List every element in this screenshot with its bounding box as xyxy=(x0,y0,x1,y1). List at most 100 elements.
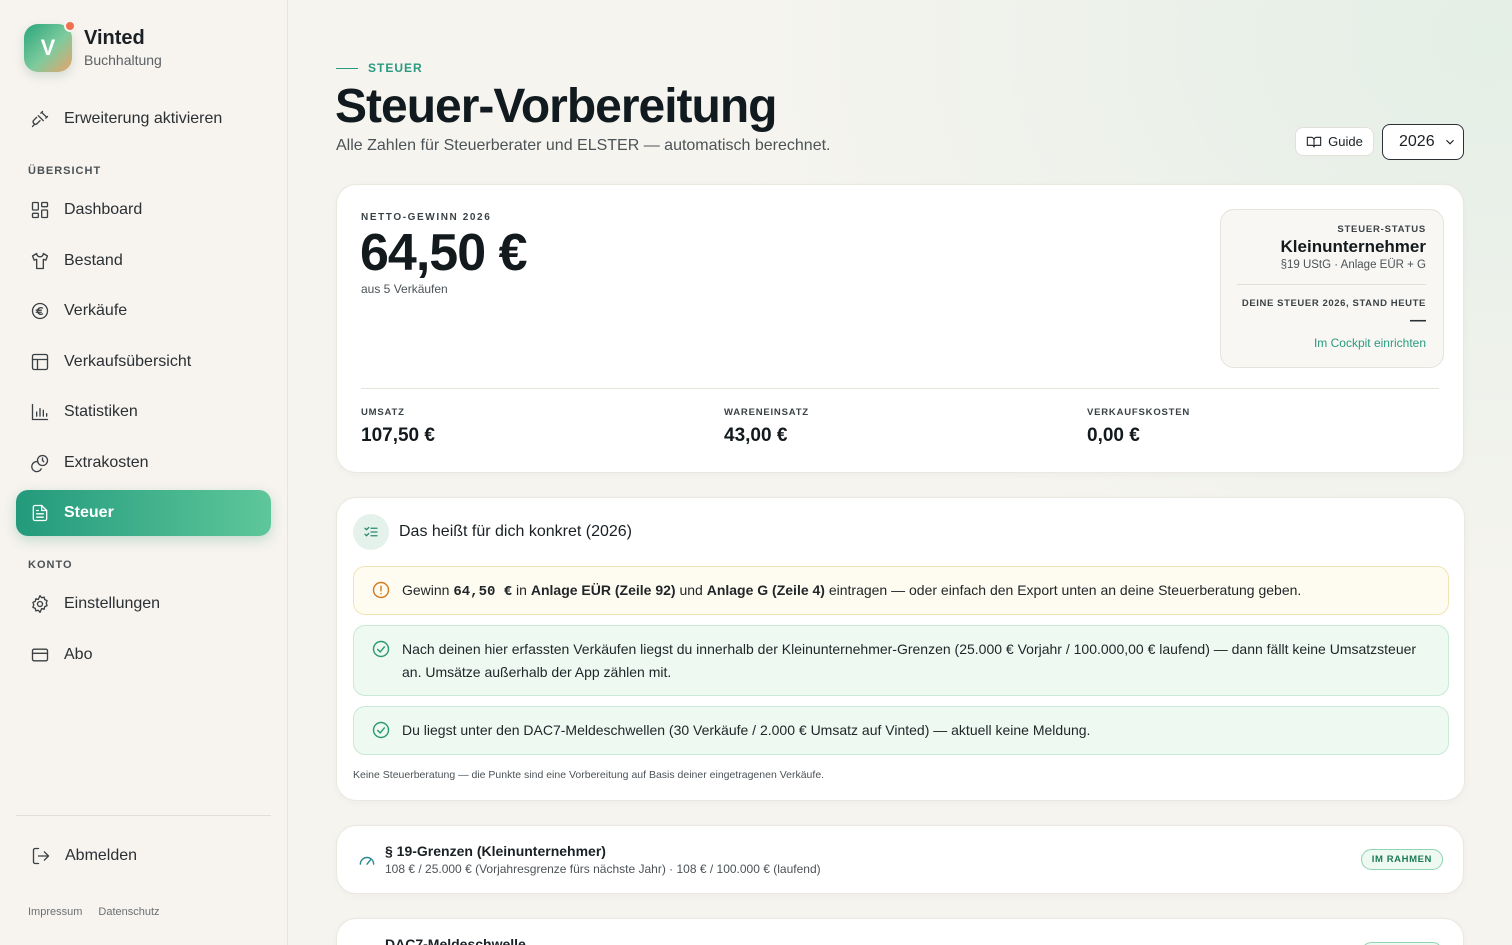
page-subtitle: Alle Zahlen für Steuerberater und ELSTER… xyxy=(336,137,831,154)
metric-selling-costs: VERKAUFSKOSTEN 0,00 € xyxy=(1087,407,1190,447)
net-profit-subtitle: aus 5 Verkäufen xyxy=(361,282,448,296)
grid-icon xyxy=(30,200,50,220)
metric-label: VERKAUFSKOSTEN xyxy=(1087,407,1191,418)
app-logo: V xyxy=(24,20,76,72)
sidebar-divider xyxy=(16,815,271,816)
brand-subtitle: Buchhaltung xyxy=(84,52,162,68)
shirt-icon xyxy=(30,251,50,271)
sidebar-item-sales-overview[interactable]: Verkaufsübersicht xyxy=(16,339,271,385)
sidebar-item-label: Abo xyxy=(64,646,93,663)
metric-label: UMSATZ xyxy=(361,407,405,418)
cockpit-setup-link[interactable]: Im Cockpit einrichten xyxy=(1314,336,1426,350)
sidebar-item-settings[interactable]: Einstellungen xyxy=(16,581,271,627)
kicker-line xyxy=(336,67,358,69)
disclaimer: Keine Steuerberatung — die Punkte sind e… xyxy=(353,769,825,781)
small-business-text: Nach deinen hier erfassten Verkäufen lie… xyxy=(402,641,1417,680)
tax-status-value: Kleinunternehmer xyxy=(1280,237,1426,256)
concrete-info-card: Das heißt für dich konkret (2026) Gewinn… xyxy=(336,497,1465,801)
notice-text: Gewinn xyxy=(402,582,454,598)
privacy-link[interactable]: Datenschutz xyxy=(98,906,159,918)
dac7-notice: Du liegst unter den DAC7-Meldeschwellen … xyxy=(353,706,1449,755)
profit-amount: 64,50 € xyxy=(453,584,513,600)
check-circle-icon xyxy=(371,639,391,659)
sidebar-item-label: Dashboard xyxy=(64,201,143,218)
page-kicker: STEUER xyxy=(336,61,423,75)
sidebar-item-statistics[interactable]: Statistiken xyxy=(16,389,271,435)
notification-dot xyxy=(64,20,76,32)
credit-card-icon xyxy=(30,645,50,665)
coins-icon xyxy=(30,453,50,473)
guide-button[interactable]: Guide xyxy=(1295,127,1374,156)
checklist-icon xyxy=(353,514,389,550)
sidebar-item-extension[interactable]: Erweiterung aktivieren xyxy=(16,96,271,142)
logout-button[interactable]: Abmelden xyxy=(17,833,272,879)
notice-text: eintragen — oder einfach den Export unte… xyxy=(824,582,1302,598)
summary-divider xyxy=(361,388,1439,389)
chevron-down-icon xyxy=(1443,135,1457,149)
profit-entry-text: Gewinn 64,50 € in Anlage EÜR (Zeile 92) … xyxy=(402,579,1301,604)
sidebar-item-label: Steuer xyxy=(64,504,114,521)
limits-subtitle: 108 € / 25.000 € (Vorjahresgrenze fürs n… xyxy=(385,862,821,876)
gauge-icon xyxy=(357,850,377,870)
form-reference-g: Anlage G (Zeile 4) xyxy=(706,582,825,598)
book-icon xyxy=(1306,134,1322,150)
small-business-notice: Nach deinen hier erfassten Verkäufen lie… xyxy=(353,625,1449,696)
kicker-text: STEUER xyxy=(368,61,423,75)
check-circle-icon xyxy=(371,720,391,740)
dac7-text: Du liegst unter den DAC7-Meldeschwellen … xyxy=(402,722,1091,738)
sidebar-item-label: Erweiterung aktivieren xyxy=(64,110,223,127)
document-icon xyxy=(30,503,50,523)
metric-value: 107,50 € xyxy=(361,425,435,446)
notice-text: und xyxy=(675,582,707,598)
metric-revenue: UMSATZ 107,50 € xyxy=(361,407,435,447)
net-profit-value: 64,50 € xyxy=(360,224,527,282)
gear-icon xyxy=(30,594,50,614)
sidebar-item-label: Extrakosten xyxy=(64,454,149,471)
sidebar-item-inventory[interactable]: Bestand xyxy=(16,238,271,284)
year-select[interactable]: 2026 xyxy=(1382,124,1464,160)
plug-icon xyxy=(30,109,50,129)
bar-chart-icon xyxy=(30,402,50,422)
guide-label: Guide xyxy=(1328,134,1363,149)
euro-icon xyxy=(30,301,50,321)
sidebar-item-subscription[interactable]: Abo xyxy=(16,632,271,678)
sidebar-item-sales[interactable]: Verkäufe xyxy=(16,288,271,334)
small-business-limits-row[interactable]: § 19-Grenzen (Kleinunternehmer) 108 € / … xyxy=(336,825,1464,894)
profit-summary-card: NETTO-GEWINN 2026 64,50 € aus 5 Verkäufe… xyxy=(336,184,1464,473)
form-reference-eur: Anlage EÜR (Zeile 92) xyxy=(530,582,676,598)
logo-letter: V xyxy=(40,35,56,60)
tax-status-box: STEUER-STATUS Kleinunternehmer §19 UStG … xyxy=(1220,209,1444,368)
net-profit-label: NETTO-GEWINN 2026 xyxy=(361,212,492,223)
main-content: STEUER Steuer-Vorbereitung Alle Zahlen f… xyxy=(289,0,1512,945)
dac7-threshold-row[interactable]: DAC7-Meldeschwelle xyxy=(336,918,1464,945)
sidebar-item-dashboard[interactable]: Dashboard xyxy=(16,187,271,233)
status-divider xyxy=(1237,284,1426,285)
sidebar-item-label: Verkaufsübersicht xyxy=(64,353,192,370)
profit-entry-notice: Gewinn 64,50 € in Anlage EÜR (Zeile 92) … xyxy=(353,566,1449,615)
status-badge: IM RAHMEN xyxy=(1360,849,1443,870)
tax-estimate-value: — xyxy=(1410,312,1426,329)
sidebar-item-label: Einstellungen xyxy=(64,595,161,612)
logout-label: Abmelden xyxy=(65,847,138,864)
year-value: 2026 xyxy=(1399,133,1435,150)
limits-title: § 19-Grenzen (Kleinunternehmer) xyxy=(385,843,606,859)
page-title: Steuer-Vorbereitung xyxy=(335,80,777,133)
sidebar-footer: Impressum Datenschutz xyxy=(28,906,160,918)
info-card-header: Das heißt für dich konkret (2026) xyxy=(353,514,632,550)
table-icon xyxy=(30,352,50,372)
section-label-account: KONTO xyxy=(28,559,73,571)
imprint-link[interactable]: Impressum xyxy=(28,906,82,918)
section-label-overview: ÜBERSICHT xyxy=(28,165,102,177)
info-card-title: Das heißt für dich konkret (2026) xyxy=(399,523,632,540)
metric-value: 43,00 € xyxy=(724,425,788,446)
tax-status-label: STEUER-STATUS xyxy=(1337,224,1426,235)
logout-icon xyxy=(31,846,51,866)
notice-text: in xyxy=(512,582,531,598)
tax-status-subtitle: §19 UStG · Anlage EÜR + G xyxy=(1280,259,1426,271)
metric-value: 0,00 € xyxy=(1087,425,1140,446)
sidebar-item-extra-costs[interactable]: Extrakosten xyxy=(16,440,271,486)
brand[interactable]: V Vinted Buchhaltung xyxy=(24,20,162,72)
warning-icon xyxy=(371,580,391,600)
sidebar-item-tax[interactable]: Steuer xyxy=(16,490,271,536)
dac7-title: DAC7-Meldeschwelle xyxy=(385,936,526,945)
